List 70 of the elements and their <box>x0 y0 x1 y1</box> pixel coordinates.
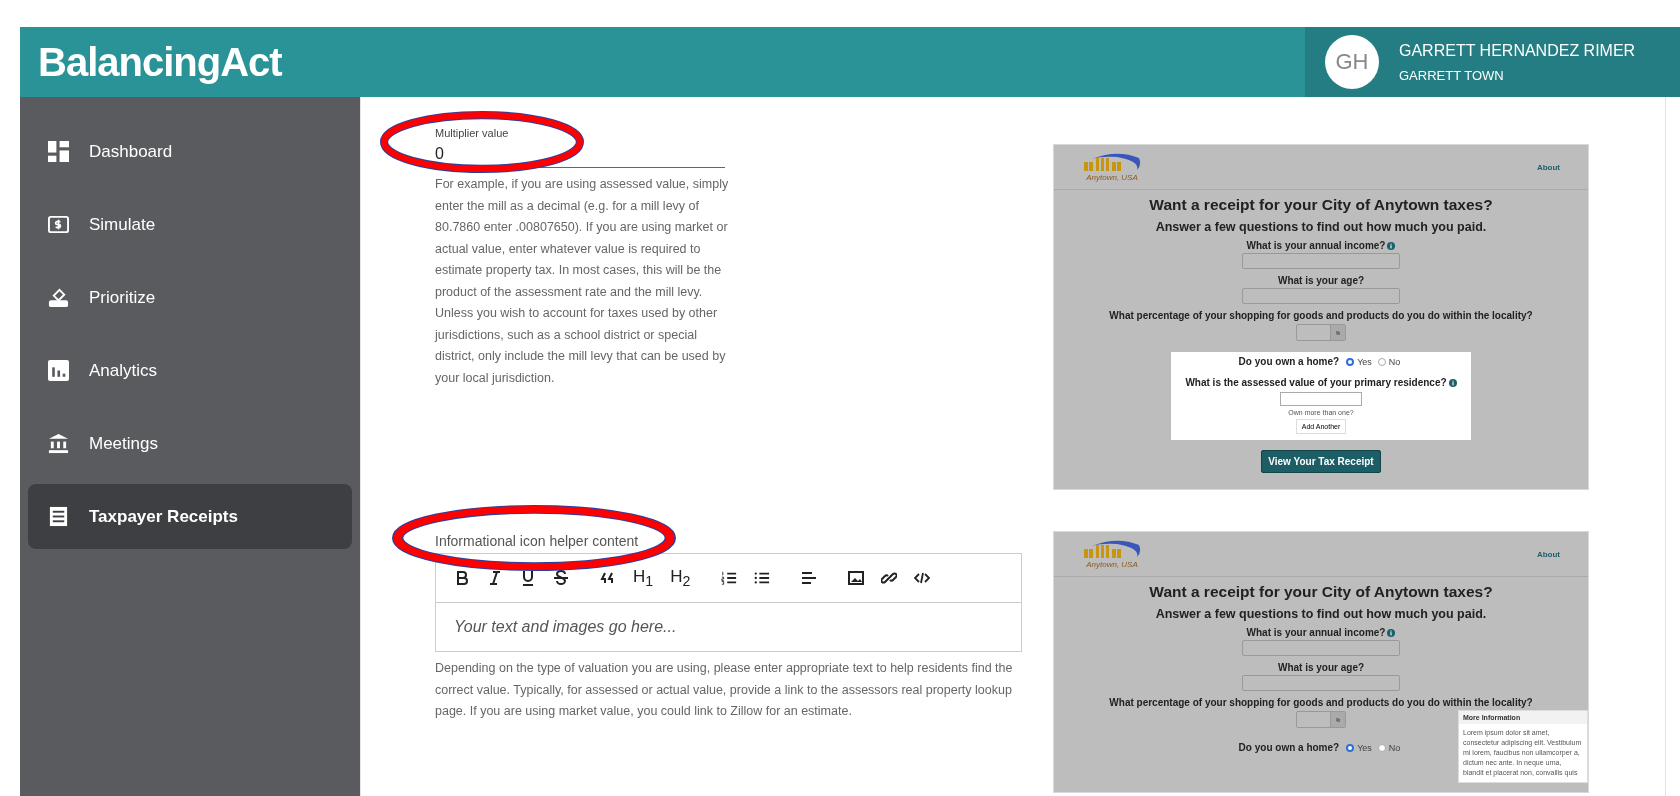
question-label: What is your age? <box>1277 662 1365 673</box>
question-label: What is your age? <box>1277 275 1365 286</box>
info-icon[interactable] <box>1387 628 1396 637</box>
input-field[interactable] <box>1242 253 1400 269</box>
ballot-icon <box>48 287 69 308</box>
sidebar-item[interactable]: Meetings <box>28 411 352 476</box>
image-icon[interactable] <box>848 570 865 586</box>
radio-button[interactable] <box>1377 357 1386 366</box>
question-label: What is your annual income? <box>1246 240 1386 251</box>
columns-logo-icon <box>1082 539 1142 560</box>
user-name: GARRETT HERNANDEZ RIMER <box>1399 41 1636 60</box>
field-label: Multiplier value <box>435 127 510 139</box>
columns-logo-icon <box>1082 152 1142 173</box>
radio-label: Yes <box>1357 356 1372 367</box>
question-label: Do you own a home? <box>1238 356 1340 367</box>
question-label: What is the assessed value of your primary residence? <box>1185 377 1447 388</box>
input-field[interactable] <box>1242 288 1400 304</box>
multiplier-input[interactable]: 0 <box>435 139 725 167</box>
sidebar-item[interactable]: Dashboard <box>28 119 352 184</box>
dollar-icon <box>48 214 69 235</box>
bold-icon[interactable] <box>454 570 470 586</box>
sidebar-item[interactable]: Taxpayer Receipts <box>28 484 352 549</box>
help-text: For example, if you are using assessed value, simply enter the mill as a decimal (e.g. for a mill levy of 80.7860 enter .00807650). If you are using market or actual value, enter whatever value is required to estimate property tax. In most cases, this will be the product of the assessment rate and the mill levy. Unless you wish to account for taxes used by other jurisdictions, such as a school district or special district, only include the mill levy that can be used by your local jurisdiction. <box>435 176 730 387</box>
link-icon[interactable] <box>881 570 898 586</box>
receipt-icon <box>48 506 69 527</box>
dashboard-icon <box>48 141 69 162</box>
info-icon[interactable] <box>1387 241 1396 250</box>
strikethrough-icon[interactable] <box>553 570 569 586</box>
info-icon[interactable] <box>1448 378 1457 387</box>
heading-button[interactable]: H$_{1}$ <box>633 566 654 590</box>
input-field[interactable] <box>1242 675 1400 691</box>
question-label: Do you own a home? <box>1238 742 1340 753</box>
underline-icon[interactable] <box>520 570 536 586</box>
question-label: What is your annual income? <box>1246 627 1386 638</box>
preview-subtitle: Answer a few questions to find out how much you paid. <box>1155 607 1487 621</box>
radio-label: No <box>1388 356 1401 367</box>
heading-button[interactable]: H$_{2}$ <box>670 566 691 590</box>
align-left-icon[interactable] <box>801 570 818 586</box>
input-field[interactable] <box>1242 640 1400 656</box>
preview-subtitle: Answer a few questions to find out how much you paid. <box>1155 220 1487 234</box>
preview-title: Want a receipt for your City of Anytown taxes? <box>1149 196 1493 214</box>
about-link[interactable]: About <box>1536 162 1560 172</box>
bank-icon <box>48 433 69 454</box>
code-icon[interactable] <box>914 570 931 586</box>
field-label: Informational icon helper content <box>435 533 639 551</box>
bullet-list-icon[interactable] <box>754 570 771 586</box>
radio-button[interactable] <box>1346 743 1355 752</box>
about-link[interactable]: About <box>1536 549 1560 559</box>
numbered-list-icon[interactable] <box>721 570 738 586</box>
question-label: What percentage of your shopping for goods and products do you do within the locality? <box>1109 697 1533 708</box>
avatar[interactable]: GH <box>1325 35 1379 89</box>
preview-title: Want a receipt for your City of Anytown taxes? <box>1149 583 1493 601</box>
radio-button[interactable] <box>1377 743 1386 752</box>
radio-button[interactable] <box>1346 357 1355 366</box>
help-text: Depending on the type of valuation you are using, please enter appropriate text to help residents find the correct value. Typically, for assessed or actual value, provide a link to the assessors real property lookup page. If you are using market value, you could link to Zillow for an estimate. <box>435 660 1014 720</box>
question-label: What percentage of your shopping for goods and products do you do within the locality? <box>1109 310 1533 321</box>
sidebar-item[interactable]: Analytics <box>28 338 352 403</box>
radio-label: Yes <box>1357 742 1372 753</box>
logo-caption: Anytown, USA <box>1086 172 1138 182</box>
sidebar-item[interactable]: Simulate <box>28 192 352 257</box>
radio-label: No <box>1388 742 1401 753</box>
submit-button[interactable]: View Your Tax Receipt <box>1261 450 1381 473</box>
logo-caption: Anytown, USA <box>1086 559 1138 569</box>
quote-icon[interactable] <box>600 570 616 586</box>
italic-icon[interactable] <box>487 570 503 586</box>
bar-chart-icon <box>48 360 69 381</box>
input-field[interactable] <box>1280 392 1362 406</box>
user-organization: GARRETT TOWN <box>1399 67 1505 83</box>
sidebar-item[interactable]: Prioritize <box>28 265 352 330</box>
app-logo[interactable]: BalancingAct <box>20 39 282 85</box>
